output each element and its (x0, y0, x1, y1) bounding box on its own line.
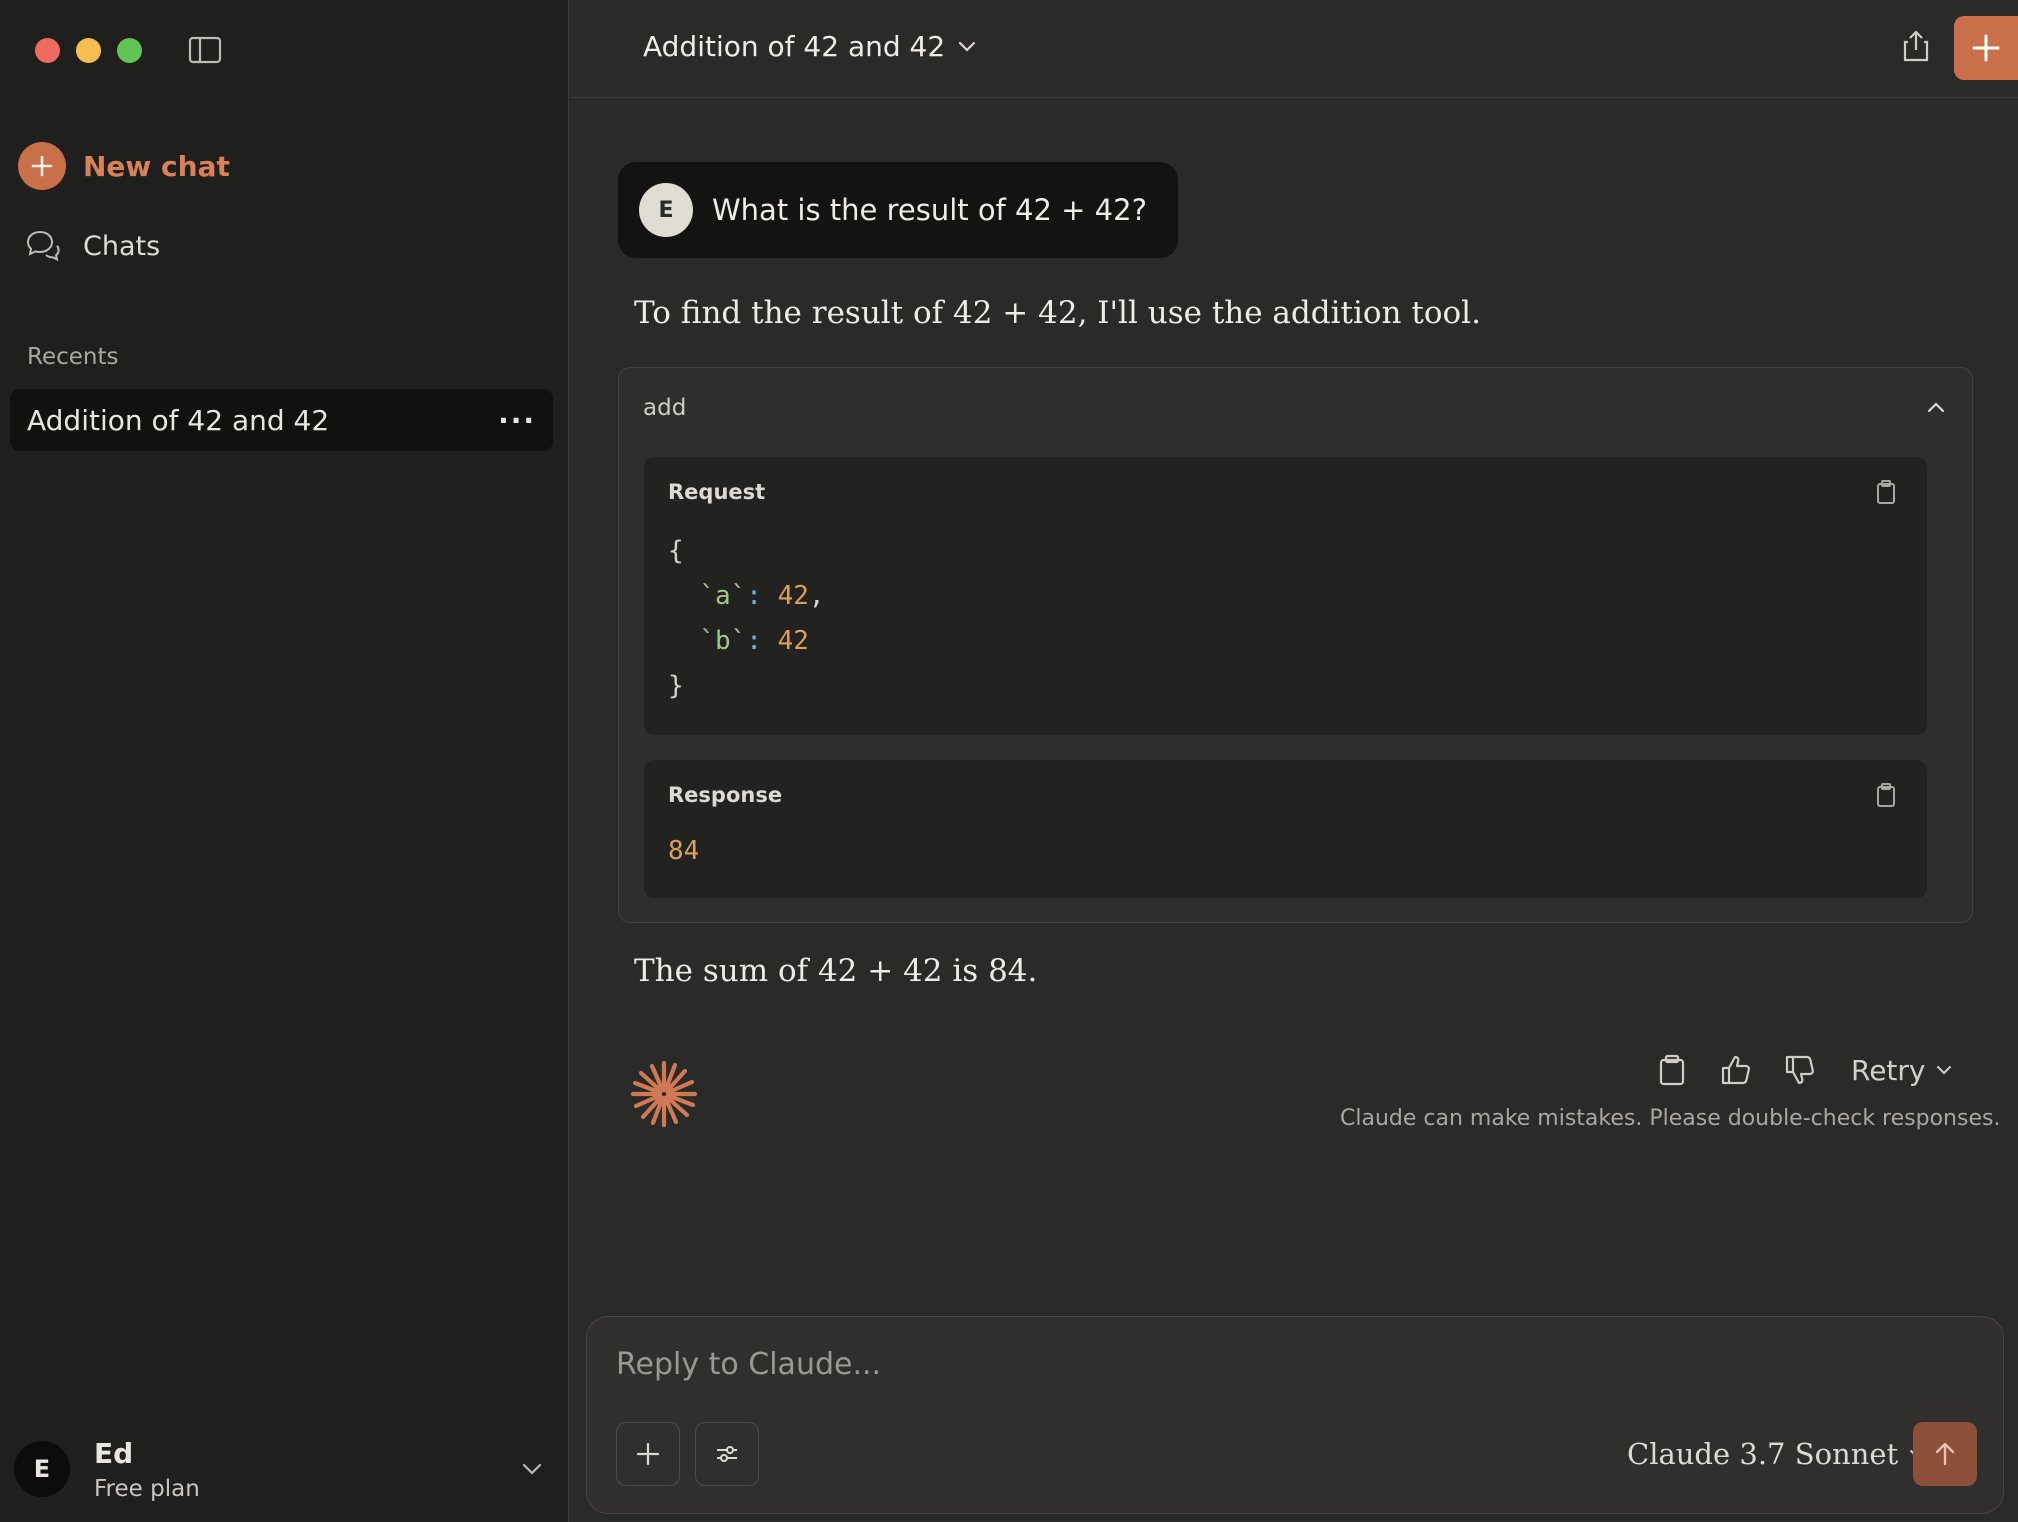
assistant-intro-text: To find the result of 42 + 42, I'll use … (634, 295, 1481, 331)
chevron-up-icon[interactable] (1924, 396, 1948, 420)
assistant-result-text: The sum of 42 + 42 is 84. (634, 953, 1038, 989)
send-button[interactable] (1913, 1422, 1977, 1486)
response-value: 84 (668, 836, 700, 866)
message-actions: Retry (1655, 1053, 1953, 1087)
model-selector[interactable]: Claude 3.7 Sonnet (1627, 1437, 1926, 1471)
tool-call-card: add Request { `a`: 42, `b`: 42 } Respons… (618, 367, 1973, 923)
request-label: Request (668, 480, 766, 504)
tools-button[interactable] (695, 1422, 759, 1486)
new-chat-button[interactable]: New chat (18, 142, 230, 190)
retry-button[interactable]: Retry (1851, 1054, 1953, 1087)
conversation-title: Addition of 42 and 42 (643, 30, 946, 63)
chat-bubbles-icon (26, 230, 60, 262)
request-block: Request { `a`: 42, `b`: 42 } (644, 457, 1927, 735)
conversation-header: Addition of 42 and 42 (570, 0, 2018, 98)
conversation-title-dropdown[interactable]: Addition of 42 and 42 (643, 30, 977, 63)
user-plan: Free plan (94, 1475, 200, 1502)
user-info: Ed Free plan (94, 1437, 520, 1502)
minimize-window-button[interactable] (76, 38, 101, 63)
plus-icon (636, 1442, 660, 1466)
response-block: Response 84 (644, 760, 1927, 898)
user-menu[interactable]: E Ed Free plan (14, 1437, 544, 1502)
recent-chat-label: Addition of 42 and 42 (27, 403, 330, 437)
thumbs-up-icon[interactable] (1719, 1053, 1753, 1087)
recent-chat-item[interactable]: Addition of 42 and 42 ··· (10, 389, 553, 451)
close-window-button[interactable] (35, 38, 60, 63)
code-value-b: 42 (777, 626, 809, 656)
chats-label: Chats (83, 230, 161, 262)
sidebar-item-chats[interactable]: Chats (25, 228, 160, 264)
claude-starburst-icon (630, 1060, 698, 1128)
chevron-down-icon (1937, 1066, 1952, 1075)
plus-icon (18, 142, 66, 190)
attach-button[interactable] (616, 1422, 680, 1486)
user-name: Ed (94, 1436, 134, 1470)
code-brace-open: { (668, 536, 684, 566)
new-conversation-button[interactable] (1954, 16, 2018, 80)
clipboard-icon[interactable] (1875, 479, 1897, 505)
code-key-a: `a` (699, 581, 747, 611)
chevron-down-icon (959, 41, 976, 52)
clipboard-icon[interactable] (1655, 1053, 1689, 1087)
new-chat-label: New chat (83, 149, 230, 183)
share-icon[interactable] (1898, 28, 1934, 64)
code-value-a: 42 (777, 581, 809, 611)
recents-heading: Recents (27, 344, 119, 370)
chevron-down-icon (522, 1463, 542, 1475)
more-options-icon[interactable]: ··· (498, 404, 536, 437)
reply-input[interactable] (616, 1339, 1916, 1389)
composer: Claude 3.7 Sonnet (586, 1316, 2004, 1514)
arrow-up-icon (1935, 1442, 1955, 1466)
disclaimer-text: Claude can make mistakes. Please double-… (1340, 1106, 2001, 1131)
response-label: Response (668, 783, 783, 807)
request-code: { `a`: 42, `b`: 42 } (668, 536, 825, 701)
plus-icon (1972, 34, 2000, 62)
code-brace-close: } (668, 671, 684, 701)
tool-name: add (643, 395, 687, 421)
avatar: E (639, 183, 693, 237)
model-label: Claude 3.7 Sonnet (1627, 1437, 1899, 1471)
clipboard-icon[interactable] (1875, 782, 1897, 808)
avatar: E (14, 1441, 70, 1497)
user-message-text: What is the result of 42 + 42? (712, 193, 1147, 227)
sidebar-toggle-icon[interactable] (188, 36, 222, 64)
sliders-icon (717, 1446, 737, 1462)
sidebar: New chat Chats Recents Addition of 42 an… (0, 0, 569, 1522)
retry-label: Retry (1851, 1053, 1926, 1087)
user-message: E What is the result of 42 + 42? (618, 162, 1178, 258)
maximize-window-button[interactable] (117, 38, 142, 63)
window-controls (35, 38, 142, 63)
thumbs-down-icon[interactable] (1783, 1053, 1817, 1087)
code-key-b: `b` (699, 626, 747, 656)
